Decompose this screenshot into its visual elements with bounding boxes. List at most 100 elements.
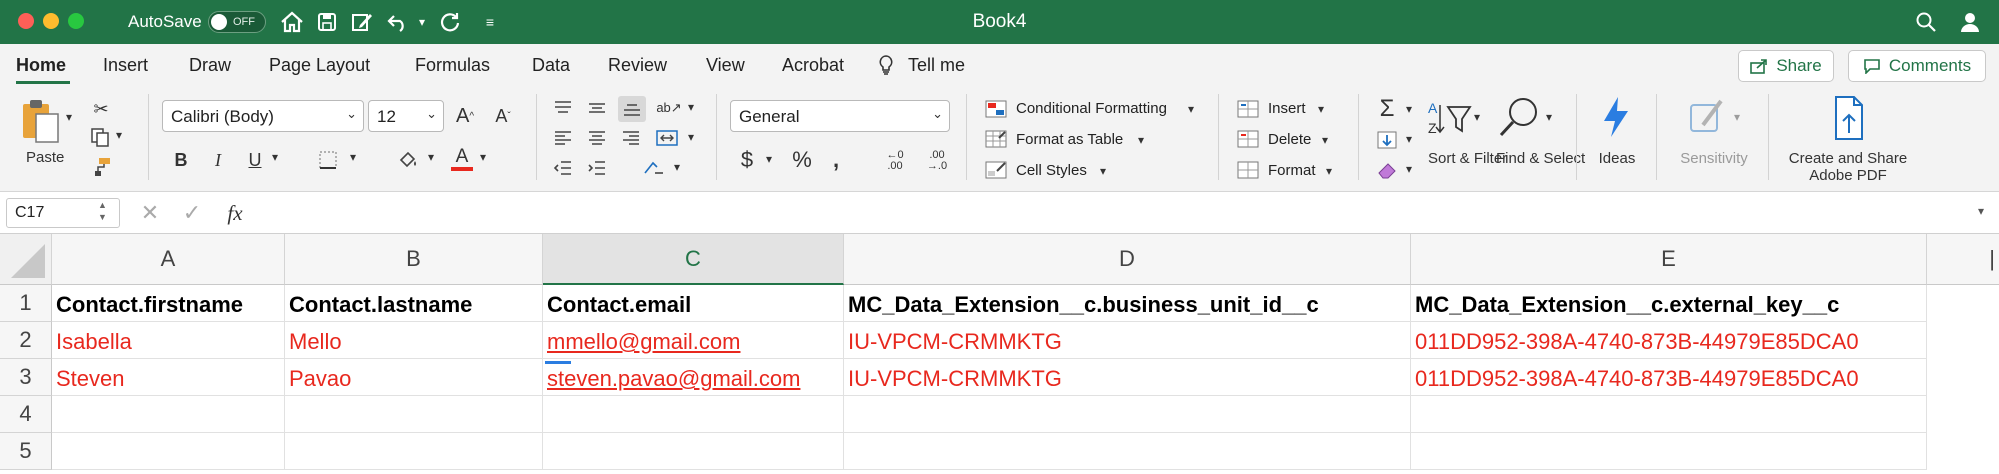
format-cells-label[interactable]: Format <box>1268 162 1316 179</box>
cell-e5[interactable] <box>1411 433 1927 470</box>
copy-icon[interactable] <box>88 126 112 148</box>
account-icon[interactable] <box>1956 8 1984 36</box>
fill-dropdown-icon[interactable]: ▾ <box>1406 132 1412 146</box>
orientation-icon[interactable]: ab↗ <box>656 96 682 120</box>
cell-c3[interactable]: steven.pavao@gmail.com <box>543 359 844 396</box>
find-select-icon[interactable] <box>1496 94 1542 140</box>
undo-dropdown-icon[interactable]: ▾ <box>408 8 436 36</box>
decrease-font-size-icon[interactable]: Aˇ <box>490 102 516 130</box>
increase-indent-icon[interactable] <box>584 156 610 180</box>
align-right-icon[interactable] <box>618 126 644 150</box>
tab-review[interactable]: Review <box>608 55 667 76</box>
underline-dropdown-icon[interactable]: ▾ <box>272 150 278 164</box>
cell-styles-icon[interactable] <box>984 159 1008 181</box>
sort-filter-icon[interactable]: AZ <box>1426 96 1476 140</box>
bold-icon[interactable]: B <box>170 148 192 172</box>
font-size-select[interactable]: 12 ⌄ <box>368 100 444 132</box>
sort-filter-dropdown-icon[interactable]: ▾ <box>1474 110 1480 124</box>
fill-icon[interactable] <box>1374 128 1400 152</box>
cell-c5[interactable] <box>543 433 844 470</box>
merge-center-icon[interactable] <box>654 126 680 150</box>
formula-input[interactable] <box>258 198 1978 228</box>
maximize-window-button[interactable] <box>68 13 84 29</box>
wrap-text-dropdown-icon[interactable]: ▾ <box>674 160 680 174</box>
insert-function-icon[interactable]: fx <box>222 200 248 226</box>
column-header-c[interactable]: C <box>543 234 844 285</box>
minimize-window-button[interactable] <box>43 13 59 29</box>
align-middle-icon[interactable] <box>584 96 610 120</box>
conditional-formatting-dropdown-icon[interactable]: ▾ <box>1188 102 1194 116</box>
sort-filter-label[interactable]: Sort & Filter <box>1428 150 1507 167</box>
autocorrect-indicator[interactable] <box>545 361 571 364</box>
save-icon[interactable] <box>313 8 341 36</box>
home-icon[interactable] <box>278 8 306 36</box>
cell-b5[interactable] <box>285 433 543 470</box>
sensitivity-icon[interactable] <box>1686 94 1730 140</box>
column-header-b[interactable]: B <box>285 234 543 285</box>
borders-icon[interactable] <box>316 148 340 172</box>
comma-style-icon[interactable]: , <box>828 146 844 174</box>
row-header-1[interactable]: 1 <box>0 285 52 322</box>
row-header-4[interactable]: 4 <box>0 396 52 433</box>
confirm-entry-icon[interactable]: ✓ <box>180 200 204 226</box>
worksheet-grid[interactable]: A B C D E | 1 2 3 4 5 Contact.firstname … <box>0 234 1999 474</box>
underline-icon[interactable]: U <box>244 148 266 172</box>
sensitivity-dropdown-icon[interactable]: ▾ <box>1734 110 1740 124</box>
format-as-table-label[interactable]: Format as Table <box>1016 131 1123 148</box>
expand-formula-bar-icon[interactable]: ▾ <box>1978 204 1984 218</box>
tab-view[interactable]: View <box>706 55 745 76</box>
cell-d5[interactable] <box>844 433 1411 470</box>
currency-dropdown-icon[interactable]: ▾ <box>766 152 772 166</box>
tab-page-layout[interactable]: Page Layout <box>269 55 370 76</box>
tab-acrobat[interactable]: Acrobat <box>782 55 844 76</box>
close-window-button[interactable] <box>18 13 34 29</box>
tab-insert[interactable]: Insert <box>103 55 148 76</box>
increase-decimal-icon[interactable]: ←0.00 <box>880 146 910 176</box>
align-left-icon[interactable] <box>550 126 576 150</box>
font-color-icon[interactable]: A <box>450 144 474 174</box>
tab-draw[interactable]: Draw <box>189 55 231 76</box>
row-header-2[interactable]: 2 <box>0 322 52 359</box>
currency-icon[interactable]: $ <box>736 146 758 174</box>
merge-dropdown-icon[interactable]: ▾ <box>688 130 694 144</box>
fill-color-icon[interactable] <box>396 148 420 172</box>
align-bottom-icon[interactable] <box>618 96 646 122</box>
cell-b1[interactable]: Contact.lastname <box>285 285 543 322</box>
autosum-dropdown-icon[interactable]: ▾ <box>1406 102 1412 116</box>
comments-button[interactable]: Comments <box>1848 50 1986 82</box>
redo-icon[interactable] <box>436 8 464 36</box>
align-top-icon[interactable] <box>550 96 576 120</box>
paste-icon[interactable] <box>18 96 64 146</box>
search-icon[interactable] <box>1912 8 1940 36</box>
customize-toolbar-icon[interactable]: ≡ <box>476 8 504 36</box>
tab-tell-me[interactable]: Tell me <box>908 55 965 76</box>
row-header-3[interactable]: 3 <box>0 359 52 396</box>
clear-icon[interactable] <box>1374 158 1400 182</box>
create-pdf-icon[interactable] <box>1826 94 1870 142</box>
sensitivity-label[interactable]: Sensitivity <box>1676 150 1752 167</box>
cell-d4[interactable] <box>844 396 1411 433</box>
delete-cells-dropdown-icon[interactable]: ▾ <box>1322 133 1328 147</box>
decrease-decimal-icon[interactable]: .00 →.0 <box>922 146 952 176</box>
number-format-select[interactable]: General ⌄ <box>730 100 950 132</box>
insert-cells-icon[interactable] <box>1236 98 1260 120</box>
wrap-text-icon[interactable] <box>640 156 668 180</box>
cell-d2[interactable]: IU-VPCM-CRMMKTG <box>844 322 1411 359</box>
cell-a5[interactable] <box>52 433 285 470</box>
cancel-entry-icon[interactable]: ✕ <box>138 200 162 226</box>
insert-cells-label[interactable]: Insert <box>1268 100 1306 117</box>
find-select-dropdown-icon[interactable]: ▾ <box>1546 110 1552 124</box>
find-select-label[interactable]: Find & Select <box>1496 150 1585 167</box>
row-header-5[interactable]: 5 <box>0 433 52 470</box>
cell-a2[interactable]: Isabella <box>52 322 285 359</box>
cell-e2[interactable]: 011DD952-398A-4740-873B-44979E85DCA0 <box>1411 322 1927 359</box>
italic-icon[interactable]: I <box>207 148 229 172</box>
column-header-e[interactable]: E <box>1411 234 1927 285</box>
cell-d1[interactable]: MC_Data_Extension__c.business_unit_id__c <box>844 285 1411 322</box>
cell-d3[interactable]: IU-VPCM-CRMMKTG <box>844 359 1411 396</box>
orientation-dropdown-icon[interactable]: ▾ <box>688 100 694 114</box>
share-button[interactable]: Share <box>1738 50 1834 82</box>
cell-a3[interactable]: Steven <box>52 359 285 396</box>
format-as-table-icon[interactable] <box>984 128 1008 150</box>
cell-b3[interactable]: Pavao <box>285 359 543 396</box>
